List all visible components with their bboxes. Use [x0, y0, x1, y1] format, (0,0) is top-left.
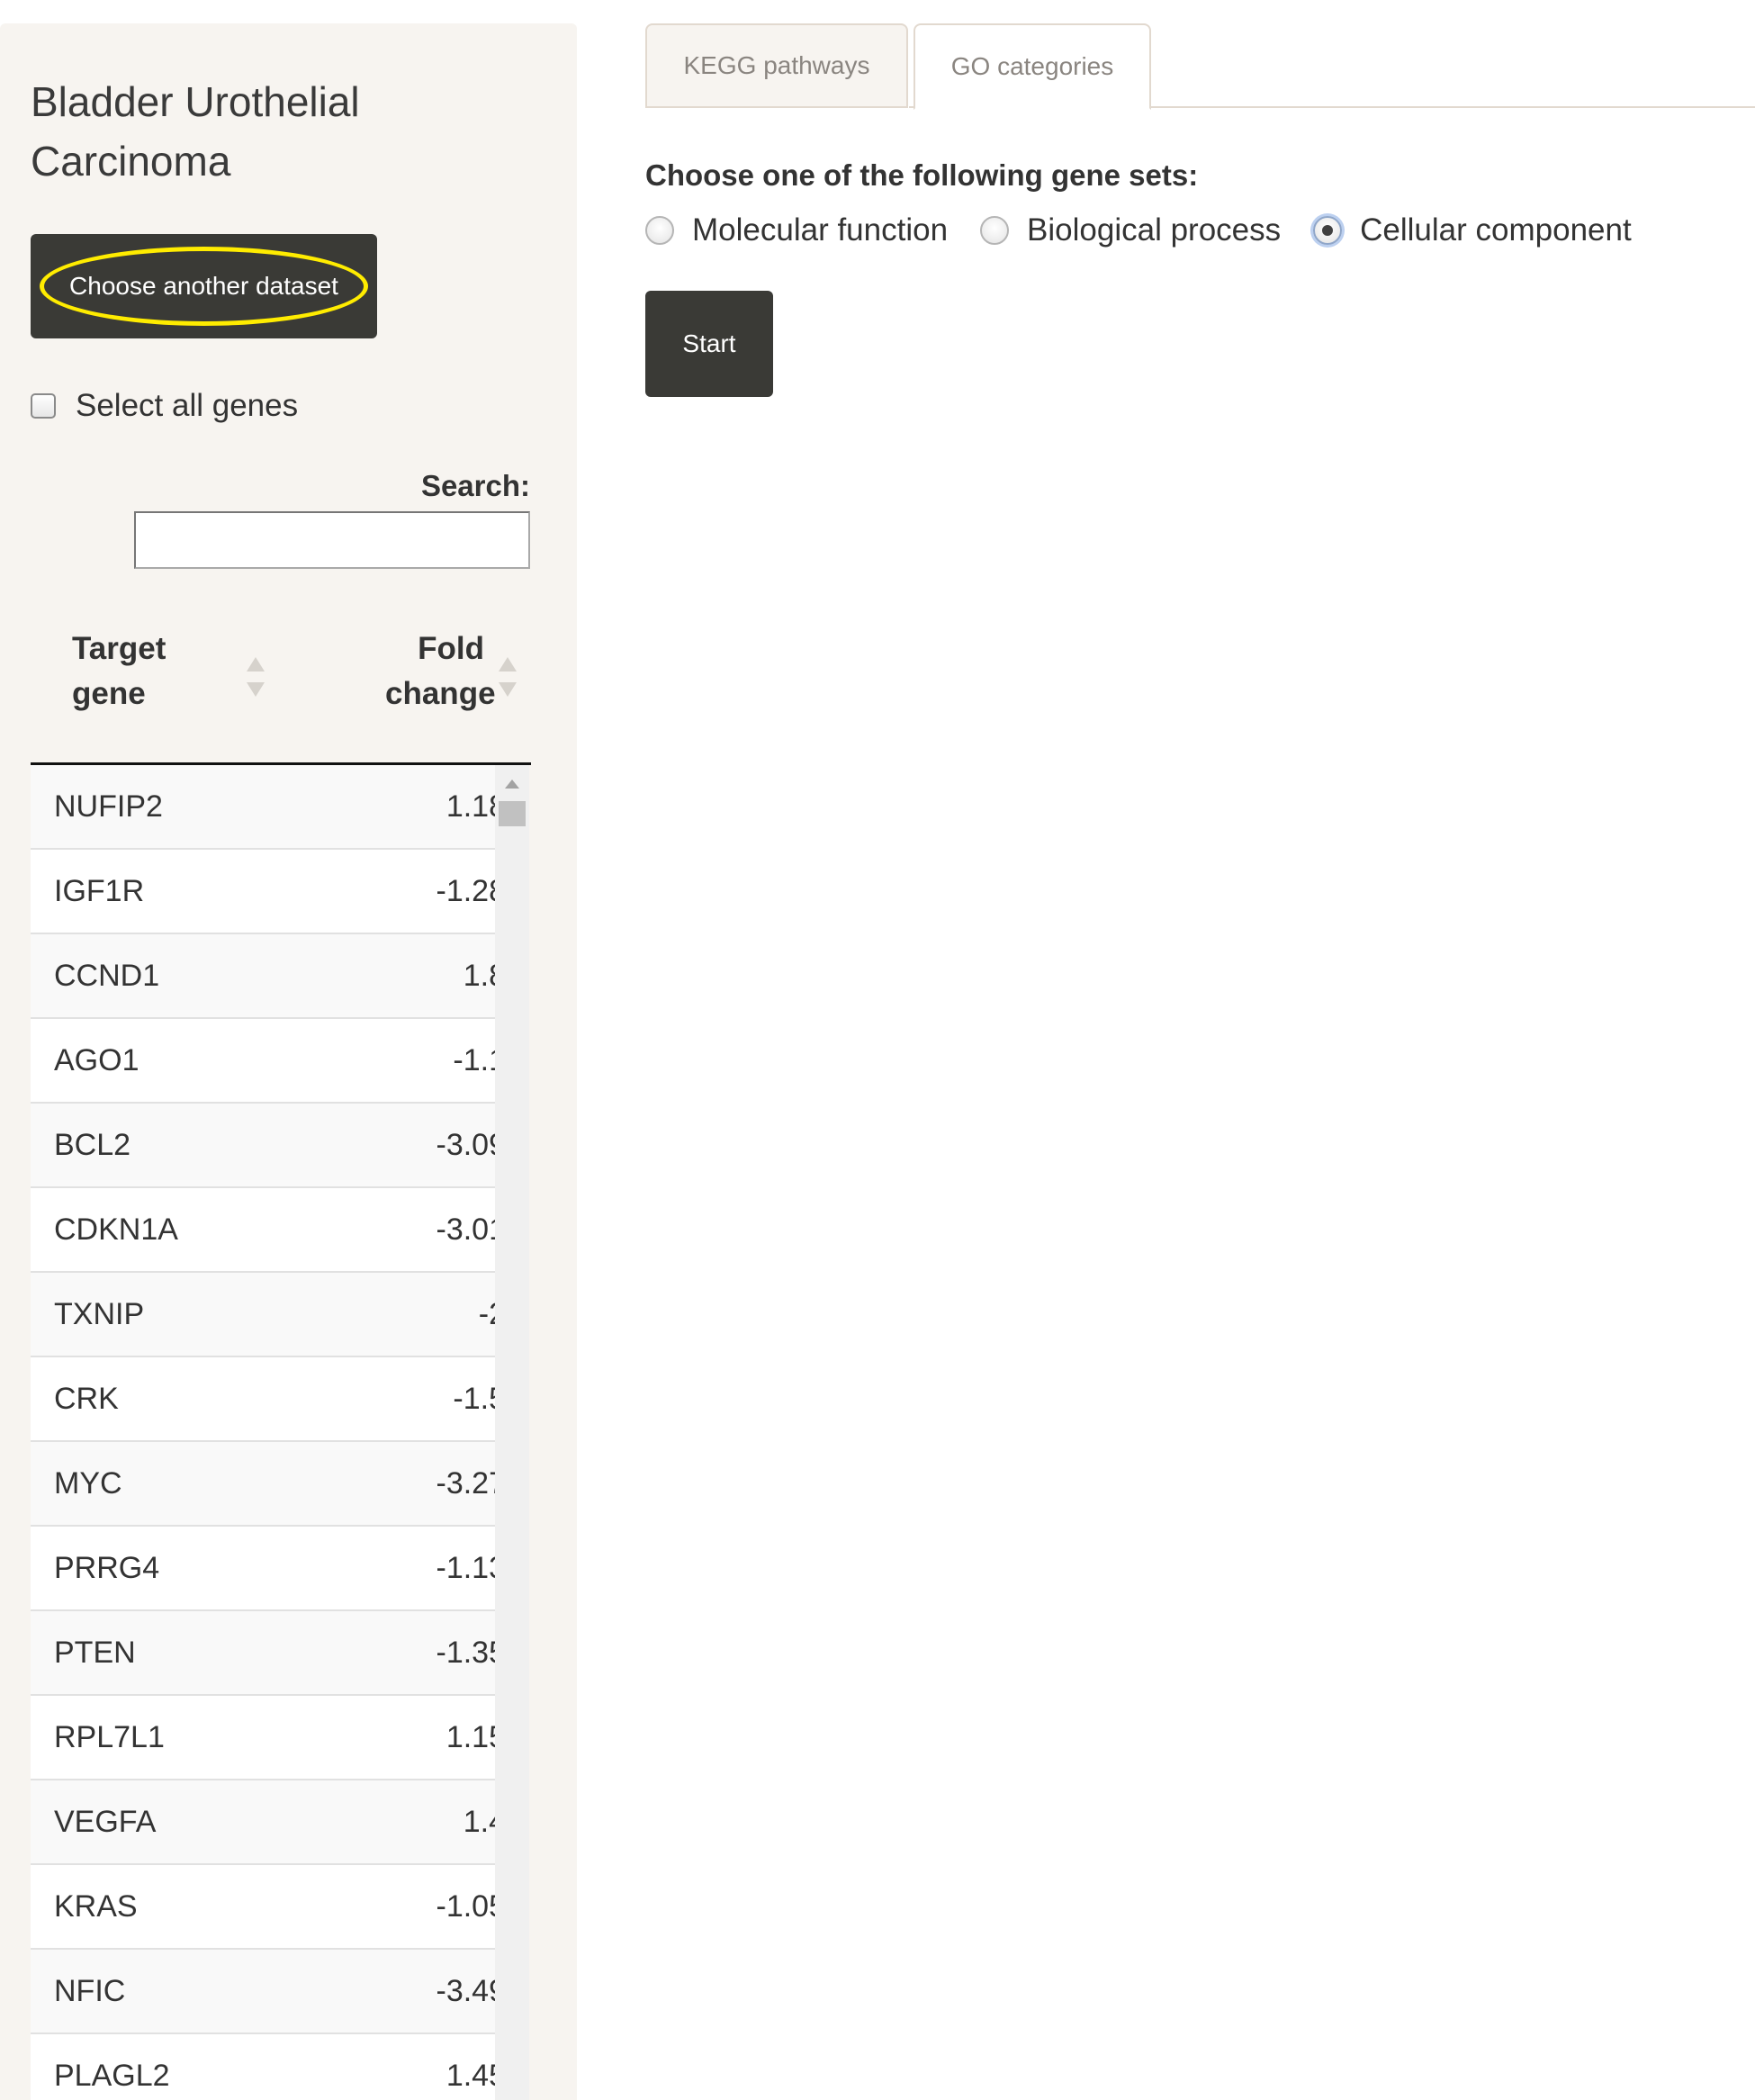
target-gene-cell: MYC: [54, 1465, 122, 1501]
target-gene-cell: NFIC: [54, 1973, 126, 2008]
fold-change-cell: 1.15: [446, 1719, 495, 1754]
table-row[interactable]: IGF1R -1.28: [31, 850, 495, 934]
target-gene-cell: PLAGL2: [54, 2058, 170, 2093]
gene-set-radio-group: Molecular function Biological process Ce…: [645, 212, 1664, 248]
radio-cellular-component[interactable]: Cellular component: [1313, 212, 1632, 248]
fold-change-cell: -2: [478, 1296, 495, 1331]
column-header-fold-change[interactable]: Fold change: [385, 626, 496, 717]
table-row[interactable]: TXNIP -2: [31, 1273, 495, 1357]
select-all-genes[interactable]: Select all genes: [31, 388, 298, 424]
target-gene-cell: BCL2: [54, 1127, 131, 1162]
table-scrollbar[interactable]: [495, 765, 529, 2100]
radio-button[interactable]: [645, 216, 674, 245]
table-row[interactable]: VEGFA 1.4: [31, 1780, 495, 1865]
target-gene-cell: IGF1R: [54, 873, 145, 908]
radio-button[interactable]: [980, 216, 1010, 245]
fold-change-cell: 1.18: [446, 789, 495, 824]
target-gene-cell: CCND1: [54, 958, 160, 993]
target-gene-cell: TXNIP: [54, 1296, 145, 1331]
target-gene-cell: AGO1: [54, 1042, 140, 1077]
fold-change-cell: -1.28: [436, 873, 496, 908]
select-all-label: Select all genes: [76, 388, 299, 423]
dataset-title: Bladder Urothelial Carcinoma: [31, 78, 360, 185]
table-row[interactable]: MYC -3.27: [31, 1442, 495, 1527]
sort-arrows-icon[interactable]: [247, 657, 265, 697]
fold-change-cell: 1.4: [463, 1804, 495, 1839]
table-row[interactable]: KRAS -1.05: [31, 1865, 495, 1950]
scroll-thumb[interactable]: [499, 801, 526, 826]
fold-change-cell: -3.01: [436, 1212, 496, 1247]
select-all-checkbox[interactable]: [31, 393, 56, 419]
gene-table-body: NUFIP2 1.18 IGF1R -1.28 CCND1 1.8 AGO1 -1.1 BCL2…: [31, 765, 495, 2100]
table-header: Target gene Fold change: [31, 625, 531, 765]
target-gene-cell: KRAS: [54, 1888, 138, 1924]
table-row[interactable]: NUFIP2 1.18: [31, 765, 495, 850]
fold-change-cell: 1.45: [446, 2058, 495, 2093]
radio-biological-process[interactable]: Biological process: [980, 212, 1281, 248]
sidebar-panel: Bladder Urothelial Carcinoma Choose anot…: [0, 23, 577, 2100]
choose-another-dataset-button[interactable]: Choose another dataset: [31, 234, 377, 338]
table-row[interactable]: CCND1 1.8: [31, 934, 495, 1019]
table-row[interactable]: RPL7L1 1.15: [31, 1696, 495, 1780]
table-row[interactable]: PTEN -1.35: [31, 1611, 495, 1696]
radio-molecular-function[interactable]: Molecular function: [645, 212, 948, 248]
scroll-up-arrow-icon[interactable]: [505, 780, 519, 789]
table-row[interactable]: NFIC -3.49: [31, 1950, 495, 2034]
target-gene-cell: PTEN: [54, 1635, 136, 1670]
table-row[interactable]: PRRG4 -1.13: [31, 1527, 495, 1611]
tab-go-categories[interactable]: GO categories: [914, 23, 1151, 110]
table-row[interactable]: AGO1 -1.1: [31, 1019, 495, 1104]
fold-change-cell: 1.8: [463, 958, 495, 993]
table-row[interactable]: PLAGL2 1.45: [31, 2034, 495, 2100]
fold-change-cell: -3.09: [436, 1127, 496, 1162]
target-gene-cell: NUFIP2: [54, 789, 163, 824]
start-button[interactable]: Start: [645, 291, 773, 397]
target-gene-cell: PRRG4: [54, 1550, 160, 1585]
gene-set-heading: Choose one of the following gene sets:: [645, 158, 1199, 192]
fold-change-cell: -3.27: [436, 1465, 496, 1501]
fold-change-cell: -1.05: [436, 1888, 496, 1924]
target-gene-cell: CDKN1A: [54, 1212, 178, 1247]
search-input[interactable]: [134, 511, 530, 569]
choose-another-dataset-label: Choose another dataset: [69, 272, 338, 300]
fold-change-cell: -1.1: [453, 1042, 495, 1077]
sort-arrows-icon[interactable]: [499, 657, 517, 697]
target-gene-cell: CRK: [54, 1381, 119, 1416]
table-row[interactable]: CDKN1A -3.01: [31, 1188, 495, 1273]
table-row[interactable]: BCL2 -3.09: [31, 1104, 495, 1188]
fold-change-cell: -1.35: [436, 1635, 496, 1670]
column-header-target-gene[interactable]: Target gene: [72, 626, 171, 717]
fold-change-cell: -1.5: [453, 1381, 495, 1416]
fold-change-cell: -1.13: [436, 1550, 496, 1585]
radio-button-selected[interactable]: [1313, 216, 1343, 245]
search-label: Search:: [420, 469, 530, 502]
target-gene-cell: VEGFA: [54, 1804, 157, 1839]
target-gene-cell: RPL7L1: [54, 1719, 165, 1754]
fold-change-cell: -3.49: [436, 1973, 496, 2008]
tab-kegg-pathways[interactable]: KEGG pathways: [645, 23, 908, 108]
table-row[interactable]: CRK -1.5: [31, 1357, 495, 1442]
